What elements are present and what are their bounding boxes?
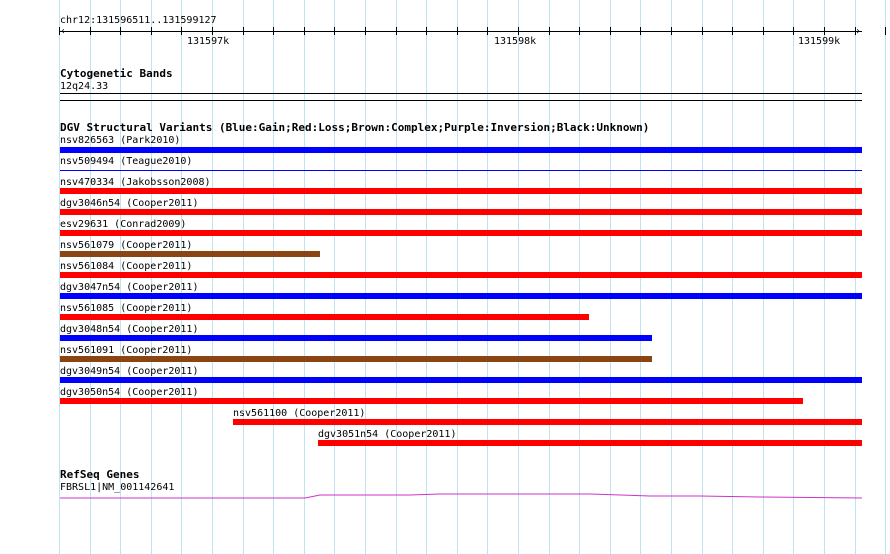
variant-bar-loss[interactable] xyxy=(60,314,589,320)
variant-label[interactable]: nsv561085 (Cooper2011) xyxy=(60,303,192,314)
ruler-tick xyxy=(763,27,764,35)
variant-label[interactable]: dgv3048n54 (Cooper2011) xyxy=(60,324,198,335)
variant-label[interactable]: dgv3047n54 (Cooper2011) xyxy=(60,282,198,293)
ruler-tick xyxy=(702,27,703,35)
variant-label[interactable]: esv29631 (Conrad2009) xyxy=(60,219,186,230)
variant-bar-gain[interactable] xyxy=(60,335,652,341)
ruler-tick xyxy=(457,27,458,35)
grid-line xyxy=(885,0,886,554)
ruler-tick xyxy=(671,27,672,35)
range-label: chr12:131596511..131599127 xyxy=(60,15,217,26)
ruler-tick xyxy=(365,27,366,35)
variant-bar-gain[interactable] xyxy=(60,147,862,153)
ruler-tick xyxy=(579,27,580,35)
tick-label: 131598k xyxy=(494,36,537,47)
variant-label[interactable]: dgv3046n54 (Cooper2011) xyxy=(60,198,198,209)
ruler-tick xyxy=(640,27,641,35)
ruler-tick xyxy=(793,27,794,35)
refseq-track-title: RefSeq Genes xyxy=(60,468,140,481)
ruler-tick xyxy=(549,27,550,35)
ruler-tick xyxy=(212,27,213,35)
variant-label[interactable]: dgv3049n54 (Cooper2011) xyxy=(60,366,198,377)
ruler-tick xyxy=(243,27,244,35)
tick-label: 131599k xyxy=(798,36,841,47)
ruler-tick xyxy=(885,27,886,35)
variant-bar-loss[interactable] xyxy=(318,440,862,446)
variant-label[interactable]: nsv561079 (Cooper2011) xyxy=(60,240,192,251)
variant-label[interactable]: dgv3050n54 (Cooper2011) xyxy=(60,387,198,398)
variant-label[interactable]: nsv561084 (Cooper2011) xyxy=(60,261,192,272)
dgv-track-title: DGV Structural Variants (Blue:Gain;Red:L… xyxy=(60,121,650,134)
variant-label[interactable]: nsv561091 (Cooper2011) xyxy=(60,345,192,356)
ruler-tick xyxy=(304,27,305,35)
ruler-tick xyxy=(855,27,856,35)
variant-bar-loss[interactable] xyxy=(60,209,862,215)
variant-bar-loss[interactable] xyxy=(60,188,862,194)
ruler-tick xyxy=(487,27,488,35)
ruler-tick xyxy=(120,27,121,35)
variant-bar-loss[interactable] xyxy=(60,272,862,278)
variant-label[interactable]: dgv3051n54 (Cooper2011) xyxy=(318,429,456,440)
ruler-tick xyxy=(90,27,91,35)
ruler: chr12:131596511..131599127 ‹ › 131597k 1… xyxy=(0,0,890,60)
variant-bar-gain[interactable] xyxy=(60,170,862,171)
ruler-tick xyxy=(181,27,182,35)
variant-bar-gain[interactable] xyxy=(60,293,862,299)
variant-bar-complex[interactable] xyxy=(60,356,652,362)
ruler-tick xyxy=(518,27,519,35)
variant-bar-loss[interactable] xyxy=(60,230,862,236)
variant-bar-gain[interactable] xyxy=(60,377,862,383)
cytoband-bottom-border xyxy=(60,100,862,101)
cytoband-track-title: Cytogenetic Bands xyxy=(60,67,173,80)
variant-label[interactable]: nsv470334 (Jakobsson2008) xyxy=(60,177,211,188)
ruler-tick xyxy=(151,27,152,35)
variant-bar-loss[interactable] xyxy=(233,419,862,425)
variant-bar-complex[interactable] xyxy=(60,251,320,257)
ruler-tick xyxy=(273,27,274,35)
ruler-tick xyxy=(824,27,825,35)
cytoband-label: 12q24.33 xyxy=(60,81,109,92)
cytoband-top-border xyxy=(60,93,862,94)
variant-label[interactable]: nsv509494 (Teague2010) xyxy=(60,156,192,167)
refseq-gene-model[interactable] xyxy=(0,488,890,502)
ruler-tick xyxy=(732,27,733,35)
ruler-tick xyxy=(59,27,60,35)
tick-label: 131597k xyxy=(187,36,230,47)
ruler-tick xyxy=(396,27,397,35)
ruler-left-arrow: ‹ xyxy=(60,26,67,37)
variant-label[interactable]: nsv826563 (Park2010) xyxy=(60,135,180,146)
ruler-tick xyxy=(334,27,335,35)
ruler-tick xyxy=(610,27,611,35)
variant-bar-loss[interactable] xyxy=(60,398,803,404)
variant-label[interactable]: nsv561100 (Cooper2011) xyxy=(233,408,365,419)
ruler-tick xyxy=(426,27,427,35)
